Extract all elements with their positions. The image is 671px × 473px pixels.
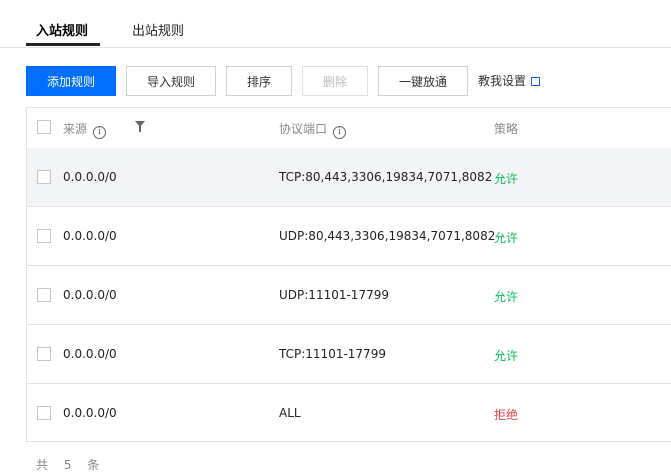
row-policy: 允许 xyxy=(494,349,519,363)
port-info-icon[interactable]: i xyxy=(333,126,347,139)
help-setup-label: 教我设置 xyxy=(478,74,527,88)
help-setup-link[interactable]: 教我设置 xyxy=(478,66,542,96)
row-policy: 允许 xyxy=(494,231,519,245)
row-source: 0.0.0.0/0 xyxy=(63,229,117,243)
table-row: 0.0.0.0/0 ALL 拒绝 xyxy=(27,384,671,443)
row-source: 0.0.0.0/0 xyxy=(63,170,117,184)
table-row: 0.0.0.0/0 TCP:80,443,3306,19834,7071,808… xyxy=(27,148,671,207)
rules-table: 来源 i 协议端口 i 策略 0.0.0.0/0 TCP:80,443,3306,1… xyxy=(26,107,671,442)
filter-icon[interactable] xyxy=(135,121,145,132)
table-header: 来源 i 协议端口 i 策略 xyxy=(27,108,671,149)
row-policy: 拒绝 xyxy=(494,408,519,422)
row-port: TCP:11101-17799 xyxy=(279,347,386,361)
port-header-label: 协议端口 xyxy=(279,122,328,136)
row-port: ALL xyxy=(279,406,301,420)
delete-button[interactable]: 删除 xyxy=(302,66,368,96)
row-port: UDP:11101-17799 xyxy=(279,288,389,302)
table-row: 0.0.0.0/0 UDP:80,443,3306,19834,7071,808… xyxy=(27,207,671,266)
row-source: 0.0.0.0/0 xyxy=(63,347,117,361)
add-rule-button[interactable]: 添加规则 xyxy=(26,66,116,96)
row-policy: 允许 xyxy=(494,172,519,186)
row-port: TCP:80,443,3306,19834,7071,8082 xyxy=(279,170,493,184)
source-header: 来源 i xyxy=(63,120,107,139)
toolbar: 添加规则 导入规则 排序 删除 一键放通 教我设置 xyxy=(0,66,671,98)
tab-inbound-rules[interactable]: 入站规则 xyxy=(36,21,88,43)
policy-header: 策略 xyxy=(494,122,519,136)
table-row: 0.0.0.0/0 UDP:11101-17799 允许 xyxy=(27,266,671,325)
tab-outbound-rules[interactable]: 出站规则 xyxy=(132,21,184,43)
port-header: 协议端口 i xyxy=(279,120,347,139)
sort-button[interactable]: 排序 xyxy=(226,66,292,96)
external-link-icon xyxy=(531,76,542,86)
source-header-label: 来源 xyxy=(63,122,88,136)
row-policy: 允许 xyxy=(494,290,519,304)
row-checkbox[interactable] xyxy=(37,406,51,420)
row-checkbox[interactable] xyxy=(37,229,51,243)
tab-bar: 入站规则 出站规则 xyxy=(0,0,671,48)
table-row: 0.0.0.0/0 TCP:11101-17799 允许 xyxy=(27,325,671,384)
row-checkbox[interactable] xyxy=(37,347,51,361)
row-source: 0.0.0.0/0 xyxy=(63,406,117,420)
row-checkbox[interactable] xyxy=(37,170,51,184)
row-checkbox[interactable] xyxy=(37,288,51,302)
one-click-allow-button[interactable]: 一键放通 xyxy=(378,66,468,96)
import-rule-button[interactable]: 导入规则 xyxy=(126,66,216,96)
active-tab-indicator xyxy=(26,43,100,46)
row-source: 0.0.0.0/0 xyxy=(63,288,117,302)
row-port: UDP:80,443,3306,19834,7071,8082 xyxy=(279,229,496,243)
source-info-icon[interactable]: i xyxy=(93,126,107,139)
select-all-checkbox[interactable] xyxy=(37,120,51,134)
